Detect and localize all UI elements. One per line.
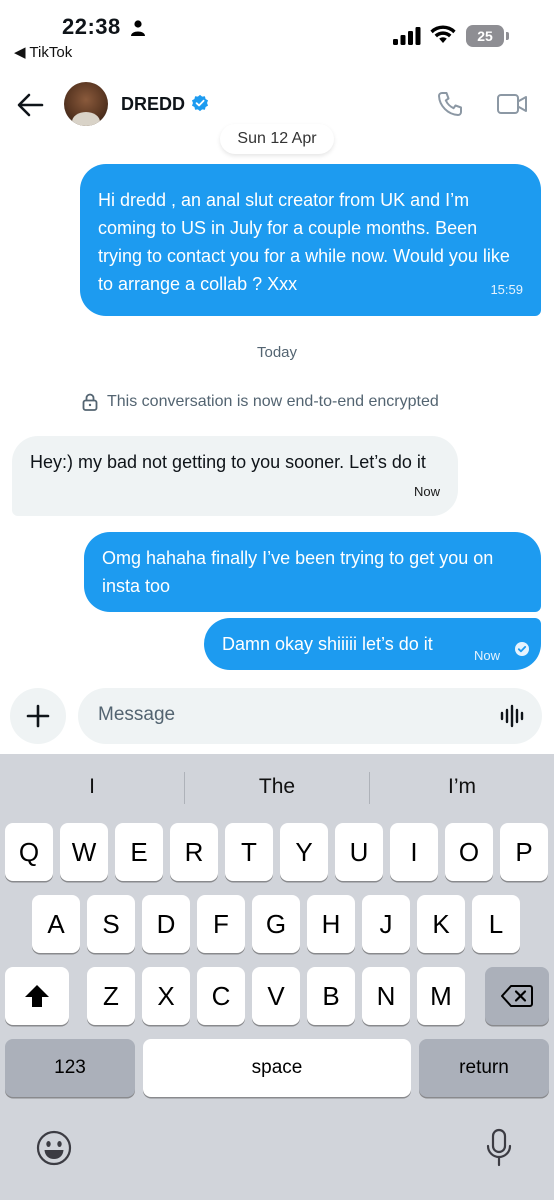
key-w[interactable]: W bbox=[60, 823, 108, 881]
microphone-icon[interactable] bbox=[486, 1128, 512, 1168]
emoji-icon[interactable] bbox=[36, 1130, 72, 1166]
battery-icon: 25 bbox=[466, 25, 510, 47]
plus-icon bbox=[26, 704, 50, 728]
key-t[interactable]: T bbox=[225, 823, 273, 881]
back-arrow-icon[interactable] bbox=[16, 92, 44, 118]
key-x[interactable]: X bbox=[142, 967, 190, 1025]
message-outgoing[interactable]: Damn okay shiiiii let’s do it Now bbox=[204, 618, 541, 670]
key-l[interactable]: L bbox=[472, 895, 520, 953]
delete-key[interactable] bbox=[485, 967, 549, 1025]
signal-icon bbox=[393, 27, 421, 45]
suggestion-3[interactable]: I’m bbox=[370, 754, 554, 820]
key-b[interactable]: B bbox=[307, 967, 355, 1025]
voice-icon[interactable] bbox=[500, 704, 526, 728]
key-g[interactable]: G bbox=[252, 895, 300, 953]
video-icon[interactable] bbox=[496, 92, 528, 116]
key-h[interactable]: H bbox=[307, 895, 355, 953]
message-time: Now bbox=[474, 648, 501, 663]
wifi-icon bbox=[430, 25, 456, 43]
message-text: Hi dredd , an anal slut creator from UK … bbox=[98, 190, 510, 294]
delete-icon bbox=[501, 985, 533, 1007]
key-j[interactable]: J bbox=[362, 895, 410, 953]
status-bar: 22:38 ◀ TikTok 25 bbox=[0, 0, 554, 64]
key-e[interactable]: E bbox=[115, 823, 163, 881]
key-y[interactable]: Y bbox=[280, 823, 328, 881]
status-time: 22:38 bbox=[62, 14, 121, 39]
key-z[interactable]: Z bbox=[87, 967, 135, 1025]
add-attachment-button[interactable] bbox=[10, 688, 66, 744]
key-i[interactable]: I bbox=[390, 823, 438, 881]
return-key[interactable]: return bbox=[419, 1039, 549, 1097]
message-outgoing[interactable]: Omg hahaha finally I’ve been trying to g… bbox=[84, 532, 541, 612]
phone-icon[interactable] bbox=[436, 90, 464, 118]
key-q[interactable]: Q bbox=[5, 823, 53, 881]
message-time: 15:59 bbox=[490, 282, 523, 297]
numbers-key[interactable]: 123 bbox=[5, 1039, 135, 1097]
encryption-notice: This conversation is now end-to-end encr… bbox=[82, 393, 439, 411]
contact-name[interactable]: DREDD bbox=[121, 94, 185, 115]
key-a[interactable]: A bbox=[32, 895, 80, 953]
suggestion-2[interactable]: The bbox=[185, 754, 369, 820]
person-icon bbox=[131, 20, 145, 36]
message-text: Omg hahaha finally I’ve been trying to g… bbox=[102, 548, 494, 596]
key-s[interactable]: S bbox=[87, 895, 135, 953]
battery-level: 25 bbox=[466, 25, 504, 47]
check-icon bbox=[515, 642, 529, 656]
date-separator: Sun 12 Apr bbox=[220, 124, 334, 154]
message-outgoing[interactable]: Hi dredd , an anal slut creator from UK … bbox=[80, 164, 541, 316]
key-u[interactable]: U bbox=[335, 823, 383, 881]
encryption-notice-text: This conversation is now end-to-end encr… bbox=[107, 393, 439, 410]
shift-icon bbox=[25, 985, 49, 1007]
back-to-app-link[interactable]: ◀ TikTok bbox=[14, 43, 72, 61]
shift-key[interactable] bbox=[5, 967, 69, 1025]
message-text: Hey:) my bad not getting to you sooner. … bbox=[30, 452, 426, 472]
message-text: Damn okay shiiiii let’s do it bbox=[222, 634, 433, 654]
key-d[interactable]: D bbox=[142, 895, 190, 953]
message-incoming[interactable]: Hey:) my bad not getting to you sooner. … bbox=[12, 436, 458, 516]
suggestion-1[interactable]: I bbox=[0, 754, 184, 820]
date-separator-today: Today bbox=[256, 344, 298, 361]
key-p[interactable]: P bbox=[500, 823, 548, 881]
key-k[interactable]: K bbox=[417, 895, 465, 953]
message-time: Now bbox=[413, 484, 440, 499]
key-m[interactable]: M bbox=[417, 967, 465, 1025]
avatar[interactable] bbox=[64, 82, 108, 126]
verified-badge-icon bbox=[191, 94, 209, 112]
message-placeholder: Message bbox=[98, 704, 176, 725]
key-f[interactable]: F bbox=[197, 895, 245, 953]
key-o[interactable]: O bbox=[445, 823, 493, 881]
space-key[interactable]: space bbox=[143, 1039, 411, 1097]
lock-icon bbox=[82, 393, 98, 411]
message-input[interactable]: Message bbox=[78, 688, 542, 744]
keyboard: I The I’m Q W E R T Y U I O P A S D F G … bbox=[0, 754, 554, 1200]
key-r[interactable]: R bbox=[170, 823, 218, 881]
key-n[interactable]: N bbox=[362, 967, 410, 1025]
key-v[interactable]: V bbox=[252, 967, 300, 1025]
key-c[interactable]: C bbox=[197, 967, 245, 1025]
